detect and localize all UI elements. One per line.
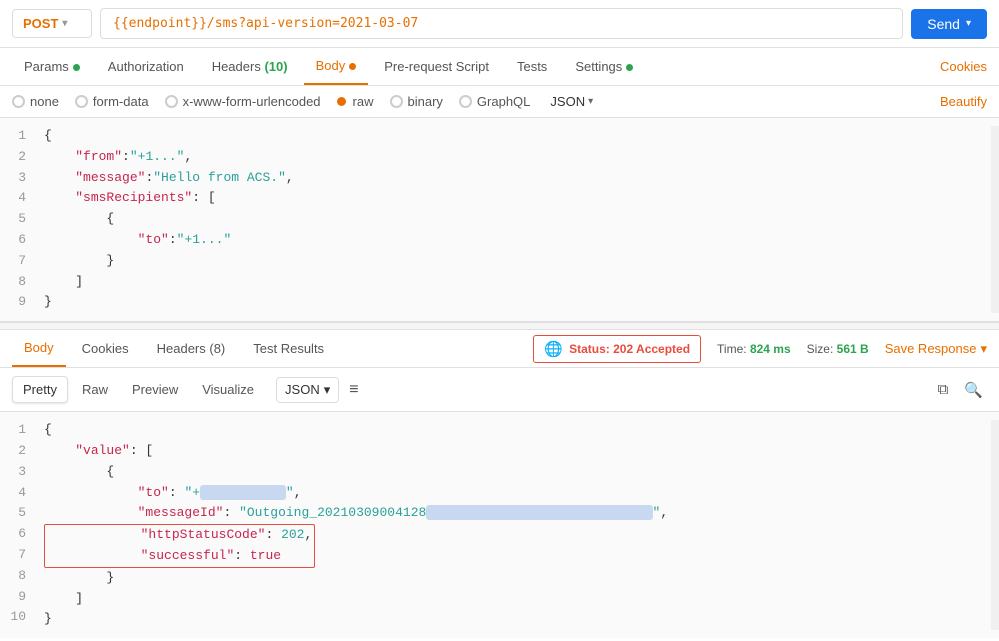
json-type-dropdown[interactable]: JSON ▾ bbox=[550, 94, 593, 109]
tab-body[interactable]: Body bbox=[304, 48, 369, 85]
radio-binary[interactable]: binary bbox=[390, 94, 443, 109]
radio-raw[interactable]: raw bbox=[337, 94, 374, 109]
response-json-chevron-icon: ▾ bbox=[324, 382, 331, 398]
response-status-area: 🌐 Status: 202 Accepted Time: 824 ms Size… bbox=[533, 335, 987, 363]
request-line-numbers: 12345 6789 bbox=[0, 126, 36, 313]
response-line-numbers: 12345 678910 bbox=[0, 420, 36, 630]
radio-graphql-circle bbox=[459, 95, 472, 108]
request-code-content[interactable]: { "from":"+1...", "message":"Hello from … bbox=[36, 126, 991, 313]
send-button[interactable]: Send ▾ bbox=[911, 9, 987, 39]
request-tabs: Params Authorization Headers (10) Body P… bbox=[0, 48, 999, 86]
save-response-button[interactable]: Save Response ▾ bbox=[885, 341, 987, 357]
fmt-pretty-button[interactable]: Pretty bbox=[12, 376, 68, 403]
radio-binary-circle bbox=[390, 95, 403, 108]
resp-tab-headers[interactable]: Headers (8) bbox=[145, 331, 238, 366]
request-editor: 12345 6789 { "from":"+1...", "message":"… bbox=[0, 118, 999, 322]
search-button[interactable]: 🔍 bbox=[960, 377, 987, 403]
request-scrollbar[interactable] bbox=[991, 126, 999, 313]
response-scrollbar[interactable] bbox=[991, 420, 999, 630]
tab-tests[interactable]: Tests bbox=[505, 49, 559, 84]
send-label: Send bbox=[927, 16, 960, 32]
resp-tab-body[interactable]: Body bbox=[12, 330, 66, 367]
section-divider bbox=[0, 322, 999, 330]
body-type-row: none form-data x-www-form-urlencoded raw… bbox=[0, 86, 999, 118]
right-icons: ⧉ 🔍 bbox=[934, 377, 987, 403]
response-code-content[interactable]: { "value": [ { "to": "+1[REDACTED]", "me… bbox=[36, 420, 991, 630]
resp-tab-test-results[interactable]: Test Results bbox=[241, 331, 336, 366]
tab-settings[interactable]: Settings bbox=[563, 49, 645, 84]
method-select[interactable]: POST ▾ bbox=[12, 9, 92, 38]
fmt-visualize-button[interactable]: Visualize bbox=[192, 377, 264, 402]
tab-headers[interactable]: Headers (10) bbox=[200, 49, 300, 84]
response-format-row: Pretty Raw Preview Visualize JSON ▾ ≡ ⧉ … bbox=[0, 368, 999, 412]
copy-button[interactable]: ⧉ bbox=[934, 377, 953, 403]
status-text: Status: 202 Accepted bbox=[569, 342, 690, 356]
fmt-raw-button[interactable]: Raw bbox=[72, 377, 118, 402]
tab-authorization[interactable]: Authorization bbox=[96, 49, 196, 84]
save-response-chevron-icon: ▾ bbox=[980, 341, 987, 357]
json-type-label: JSON bbox=[550, 94, 585, 109]
response-editor: 12345 678910 { "value": [ { "to": "+1[RE… bbox=[0, 412, 999, 638]
radio-none-circle bbox=[12, 95, 25, 108]
params-dot bbox=[73, 64, 80, 71]
body-dot bbox=[349, 63, 356, 70]
radio-form-data-circle bbox=[75, 95, 88, 108]
radio-urlencoded-circle bbox=[165, 95, 178, 108]
filter-button[interactable]: ≡ bbox=[343, 377, 364, 403]
tab-params[interactable]: Params bbox=[12, 49, 92, 84]
response-header: Body Cookies Headers (8) Test Results 🌐 … bbox=[0, 330, 999, 368]
tab-pre-request-script[interactable]: Pre-request Script bbox=[372, 49, 501, 84]
settings-dot bbox=[626, 64, 633, 71]
url-input[interactable] bbox=[100, 8, 903, 39]
method-label: POST bbox=[23, 16, 58, 31]
radio-graphql[interactable]: GraphQL bbox=[459, 94, 530, 109]
fmt-preview-button[interactable]: Preview bbox=[122, 377, 188, 402]
top-bar: POST ▾ Send ▾ bbox=[0, 0, 999, 48]
response-json-dropdown[interactable]: JSON ▾ bbox=[276, 377, 339, 403]
response-json-label: JSON bbox=[285, 382, 320, 397]
raw-dot-icon bbox=[337, 97, 346, 106]
beautify-button[interactable]: Beautify bbox=[940, 94, 987, 109]
globe-icon: 🌐 bbox=[544, 340, 563, 358]
status-badge: 🌐 Status: 202 Accepted bbox=[533, 335, 701, 363]
radio-urlencoded[interactable]: x-www-form-urlencoded bbox=[165, 94, 321, 109]
send-chevron-icon: ▾ bbox=[966, 18, 971, 29]
response-size: Size: 561 B bbox=[807, 342, 869, 356]
radio-form-data[interactable]: form-data bbox=[75, 94, 149, 109]
response-time: Time: 824 ms bbox=[717, 342, 791, 356]
radio-none[interactable]: none bbox=[12, 94, 59, 109]
resp-tab-cookies[interactable]: Cookies bbox=[70, 331, 141, 366]
tab-cookies[interactable]: Cookies bbox=[940, 49, 987, 84]
method-chevron-icon: ▾ bbox=[62, 18, 67, 29]
json-type-chevron-icon: ▾ bbox=[588, 96, 593, 107]
